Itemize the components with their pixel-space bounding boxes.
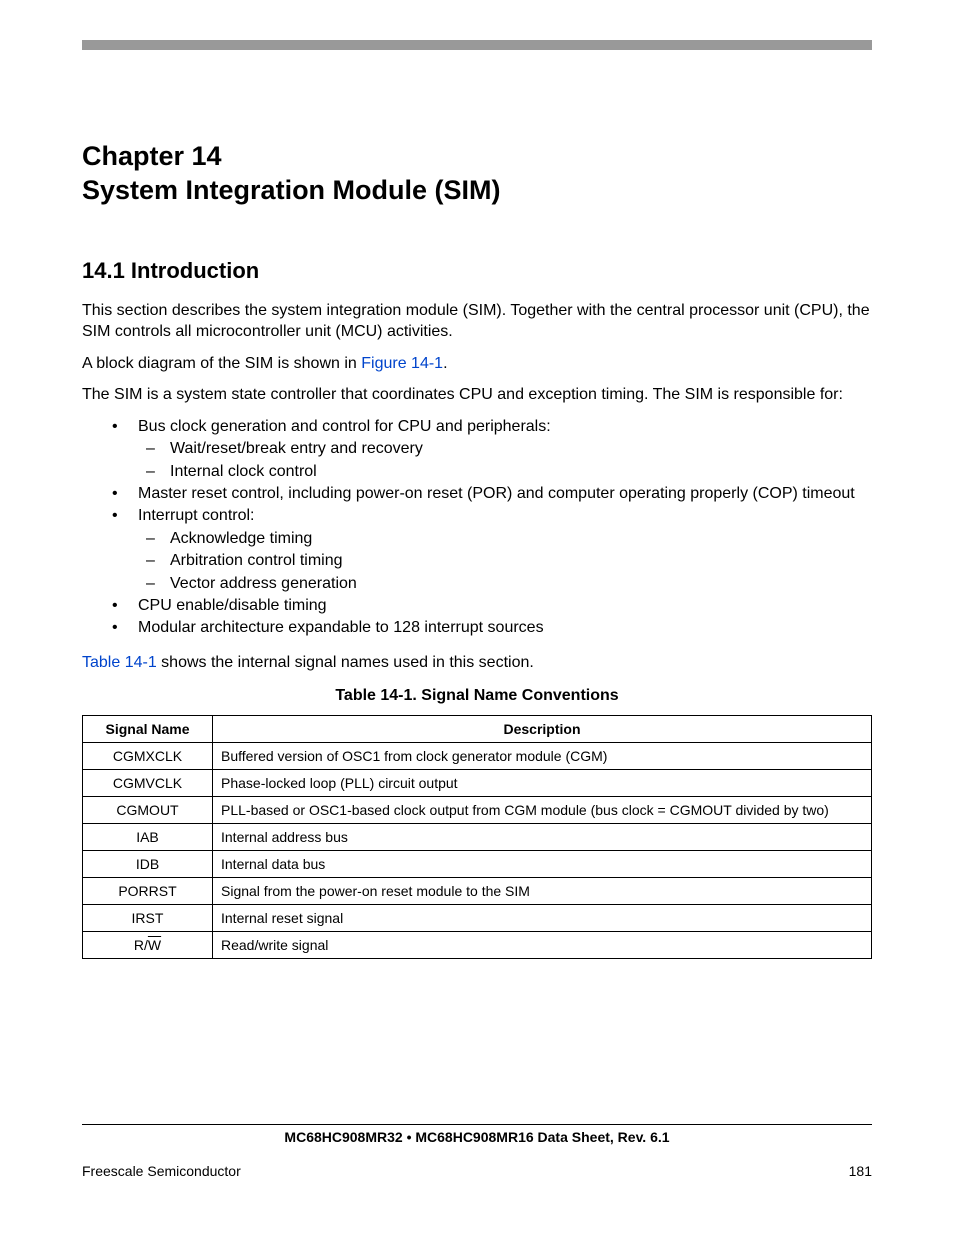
- table-row: IDB Internal data bus: [83, 851, 872, 878]
- cell-signal: IAB: [83, 824, 213, 851]
- list-item: Bus clock generation and control for CPU…: [82, 416, 872, 483]
- cell-signal: CGMXCLK: [83, 743, 213, 770]
- list-item: Interrupt control: Acknowledge timing Ar…: [82, 505, 872, 595]
- sub-list: Acknowledge timing Arbitration control t…: [138, 528, 872, 595]
- intro-paragraph-2: A block diagram of the SIM is shown in F…: [82, 353, 872, 375]
- cell-description: Phase-locked loop (PLL) circuit output: [213, 770, 872, 797]
- table-row: PORRST Signal from the power-on reset mo…: [83, 878, 872, 905]
- cell-signal: CGMVCLK: [83, 770, 213, 797]
- header-rule: [82, 40, 872, 50]
- intro-paragraph-3: The SIM is a system state controller tha…: [82, 384, 872, 406]
- cell-signal: IDB: [83, 851, 213, 878]
- list-item: Master reset control, including power-on…: [82, 483, 872, 505]
- cell-description: Signal from the power-on reset module to…: [213, 878, 872, 905]
- sub-list-item: Vector address generation: [138, 573, 872, 595]
- chapter-line-2: System Integration Module (SIM): [82, 175, 501, 205]
- cell-description: Internal data bus: [213, 851, 872, 878]
- p4-post: shows the internal signal names used in …: [157, 654, 534, 671]
- list-item: CPU enable/disable timing: [82, 595, 872, 617]
- p2-pre: A block diagram of the SIM is shown in: [82, 355, 361, 372]
- bullet-text: Interrupt control:: [138, 507, 255, 524]
- chapter-line-1: Chapter 14: [82, 141, 222, 171]
- cell-description: Read/write signal: [213, 932, 872, 959]
- table-header-description: Description: [213, 716, 872, 743]
- section-heading: 14.1 Introduction: [82, 258, 872, 284]
- cell-description: PLL-based or OSC1-based clock output fro…: [213, 797, 872, 824]
- sub-list-item: Wait/reset/break entry and recovery: [138, 438, 872, 460]
- table-row: CGMXCLK Buffered version of OSC1 from cl…: [83, 743, 872, 770]
- rw-overline: W: [148, 937, 161, 953]
- table-header-row: Signal Name Description: [83, 716, 872, 743]
- cell-signal: IRST: [83, 905, 213, 932]
- cell-signal: CGMOUT: [83, 797, 213, 824]
- p2-post: .: [443, 355, 447, 372]
- cell-signal: PORRST: [83, 878, 213, 905]
- list-item: Modular architecture expandable to 128 i…: [82, 617, 872, 639]
- chapter-heading: Chapter 14 System Integration Module (SI…: [82, 140, 872, 208]
- footer-row: Freescale Semiconductor 181: [82, 1163, 872, 1179]
- sub-list-item: Arbitration control timing: [138, 550, 872, 572]
- figure-link[interactable]: Figure 14-1: [361, 355, 443, 372]
- sub-list: Wait/reset/break entry and recovery Inte…: [138, 438, 872, 483]
- sub-list-item: Acknowledge timing: [138, 528, 872, 550]
- cell-description: Internal reset signal: [213, 905, 872, 932]
- table-intro-paragraph: Table 14-1 shows the internal signal nam…: [82, 652, 872, 674]
- rw-pre: R/: [134, 937, 148, 953]
- cell-description: Internal address bus: [213, 824, 872, 851]
- table-row: IAB Internal address bus: [83, 824, 872, 851]
- table-row: CGMVCLK Phase-locked loop (PLL) circuit …: [83, 770, 872, 797]
- table-row: R/W Read/write signal: [83, 932, 872, 959]
- sub-list-item: Internal clock control: [138, 461, 872, 483]
- page-footer: MC68HC908MR32 • MC68HC908MR16 Data Sheet…: [82, 1124, 872, 1179]
- bullet-text: Bus clock generation and control for CPU…: [138, 418, 551, 435]
- cell-signal: R/W: [83, 932, 213, 959]
- signal-name-table: Signal Name Description CGMXCLK Buffered…: [82, 715, 872, 959]
- footer-company: Freescale Semiconductor: [82, 1163, 241, 1179]
- table-row: CGMOUT PLL-based or OSC1-based clock out…: [83, 797, 872, 824]
- footer-doc-title: MC68HC908MR32 • MC68HC908MR16 Data Sheet…: [82, 1124, 872, 1145]
- footer-page-number: 181: [849, 1163, 872, 1179]
- table-header-signal: Signal Name: [83, 716, 213, 743]
- intro-paragraph-1: This section describes the system integr…: [82, 300, 872, 343]
- cell-description: Buffered version of OSC1 from clock gene…: [213, 743, 872, 770]
- table-caption: Table 14-1. Signal Name Conventions: [82, 687, 872, 705]
- feature-list: Bus clock generation and control for CPU…: [82, 416, 872, 640]
- table-row: IRST Internal reset signal: [83, 905, 872, 932]
- table-link[interactable]: Table 14-1: [82, 654, 157, 671]
